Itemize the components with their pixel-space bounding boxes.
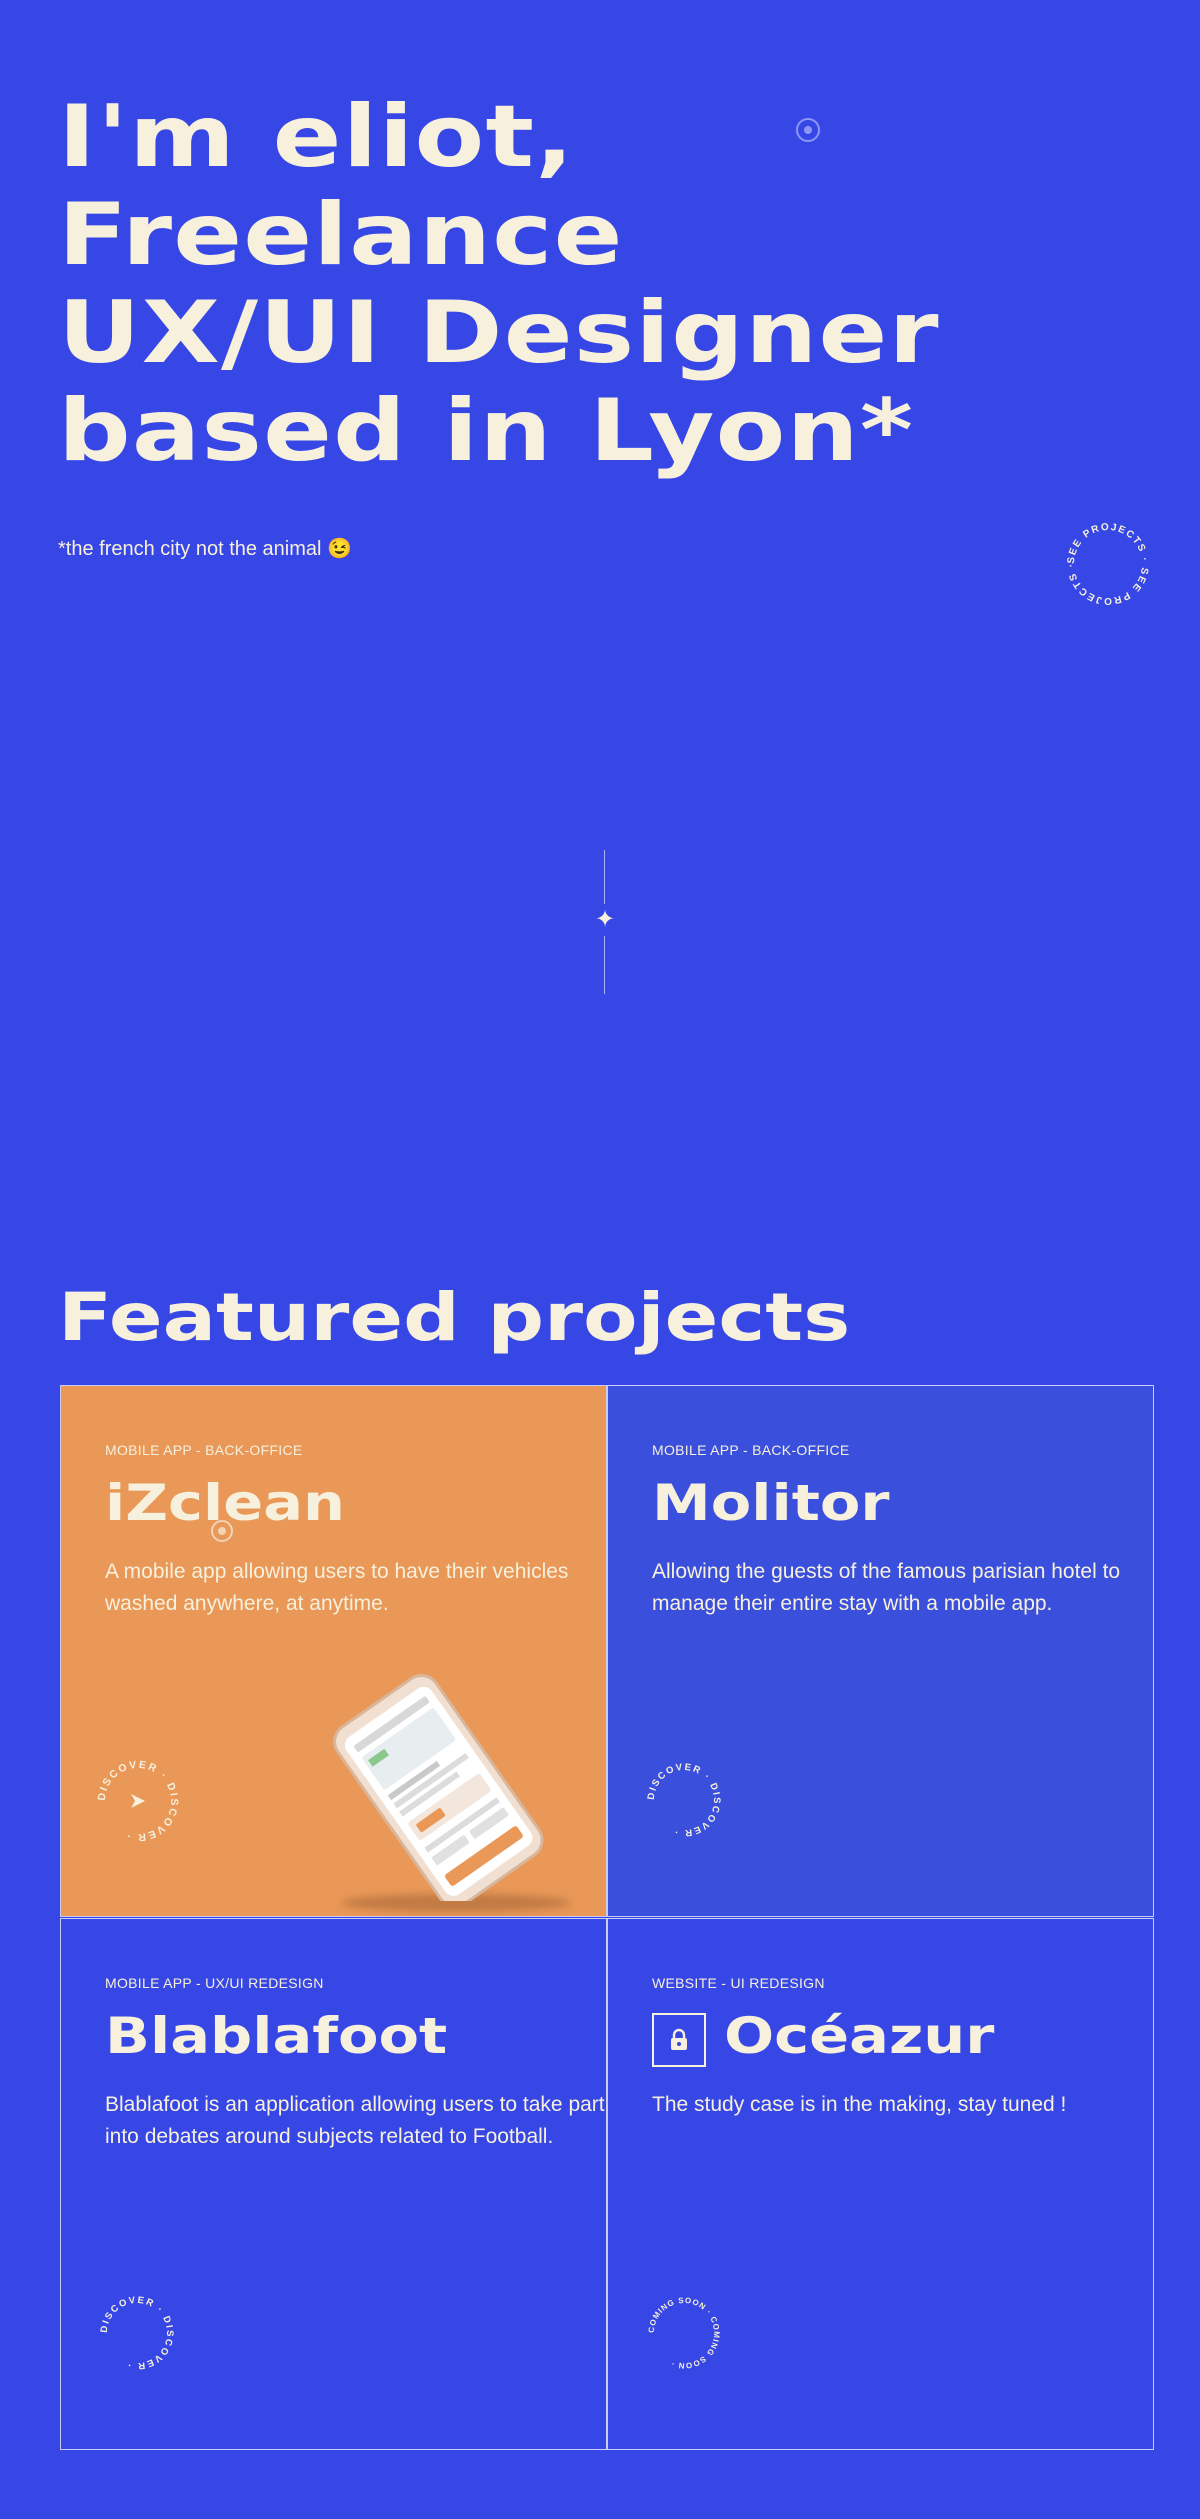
discover-circular-text: DISCOVER · DISCOVER ·: [646, 1762, 722, 1838]
project-tag: MOBILE APP - BACK-OFFICE: [652, 1442, 850, 1458]
svg-text:COMING SOON · COMING SOON ·: COMING SOON · COMING SOON ·: [647, 2296, 721, 2370]
projects-grid: MOBILE APP - BACK-OFFICE iZclean A mobil…: [60, 1385, 1155, 2451]
project-card-oceazur[interactable]: WEBSITE - UI REDESIGN Océazur The study …: [607, 1918, 1154, 2450]
project-description: The study case is in the making, stay tu…: [652, 2093, 1067, 2116]
project-tag: MOBILE APP - BACK-OFFICE: [105, 1442, 303, 1458]
hero-title: I'm eliot, Freelance UX/UI Designer base…: [58, 87, 940, 481]
hero-section: I'm eliot, Freelance UX/UI Designer base…: [0, 0, 1200, 1250]
sparkle-icon: ✦: [594, 905, 616, 933]
discover-badge[interactable]: DISCOVER · DISCOVER ·: [644, 1760, 724, 1840]
coming-soon-label: COMING SOON · COMING SOON ·: [647, 2296, 720, 2370]
project-card-blablafoot[interactable]: MOBILE APP - UX/UI REDESIGN Blablafoot B…: [60, 1918, 607, 2450]
project-description: A mobile app allowing users to have thei…: [105, 1560, 569, 1615]
projects-title: Featured projects: [58, 1279, 851, 1356]
svg-text:SEE PROJECTS · SEE PROJECTS ·: SEE PROJECTS · SEE PROJECTS ·: [1066, 522, 1150, 606]
scroll-divider-bottom: [604, 936, 605, 994]
project-tag: WEBSITE - UI REDESIGN: [652, 1975, 825, 1991]
see-projects-button[interactable]: SEE PROJECTS · SEE PROJECTS ·: [1060, 516, 1156, 612]
discover-circular-text: DISCOVER · DISCOVER ·: [96, 1759, 178, 1843]
project-tag: MOBILE APP - UX/UI REDESIGN: [105, 1975, 324, 1991]
discover-label: DISCOVER · DISCOVER ·: [646, 1762, 721, 1838]
arrow-icon: [131, 1794, 145, 1808]
discover-badge[interactable]: DISCOVER · DISCOVER ·: [93, 1756, 183, 1846]
discover-badge[interactable]: DISCOVER · DISCOVER ·: [97, 2293, 177, 2373]
project-card-molitor[interactable]: MOBILE APP - BACK-OFFICE Molitor Allowin…: [607, 1385, 1154, 1917]
project-name: Océazur: [724, 2007, 995, 2065]
coming-soon-badge: COMING SOON · COMING SOON ·: [644, 2293, 724, 2373]
lock-icon: [652, 2013, 706, 2067]
see-projects-circular-text: SEE PROJECTS · SEE PROJECTS ·: [1066, 522, 1150, 606]
project-name: Molitor: [652, 1474, 890, 1532]
project-description: Allowing the guests of the famous parisi…: [652, 1560, 1121, 1615]
cursor-indicator-icon: [211, 1520, 233, 1542]
phone-mockup-image: [333, 1674, 544, 1901]
svg-text:DISCOVER · DISCOVER ·: DISCOVER · DISCOVER ·: [99, 2295, 175, 2371]
cursor-indicator-icon: [796, 118, 820, 142]
project-card-izclean[interactable]: MOBILE APP - BACK-OFFICE iZclean A mobil…: [60, 1385, 607, 1917]
scroll-divider-top: [604, 850, 605, 904]
discover-circular-text: DISCOVER · DISCOVER ·: [99, 2295, 175, 2371]
svg-text:DISCOVER · DISCOVER ·: DISCOVER · DISCOVER ·: [646, 1762, 722, 1838]
see-projects-label: SEE PROJECTS · SEE PROJECTS ·: [1066, 522, 1149, 606]
project-name: Blablafoot: [105, 2007, 448, 2065]
coming-soon-circular-text: COMING SOON · COMING SOON ·: [647, 2296, 721, 2370]
discover-label: DISCOVER · DISCOVER ·: [99, 2295, 174, 2371]
hero-note: *the french city not the animal 😉: [58, 538, 352, 560]
project-description: Blablafoot is an application allowing us…: [105, 2093, 605, 2148]
